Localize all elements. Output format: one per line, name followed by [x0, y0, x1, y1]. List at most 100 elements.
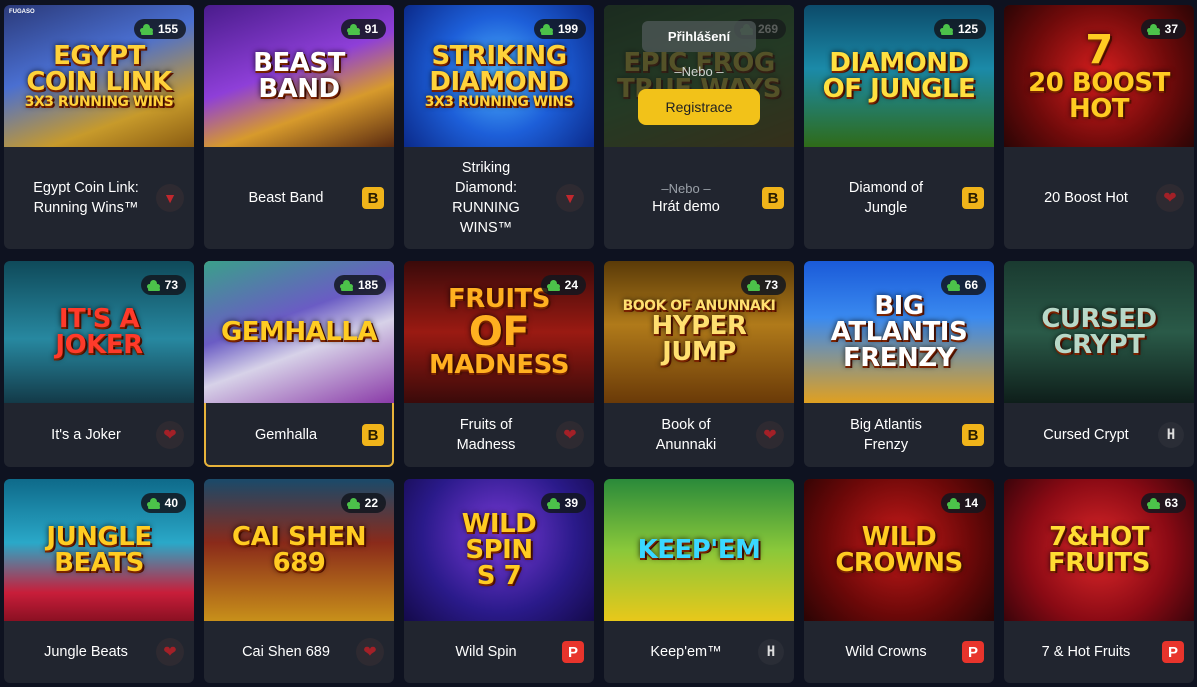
game-title[interactable]: Striking Diamond: RUNNING WINS™ — [418, 158, 554, 238]
game-title[interactable]: 7 & Hot Fruits — [1018, 642, 1154, 662]
game-title[interactable]: It's a Joker — [18, 425, 154, 445]
game-thumbnail[interactable]: JUNGLE BEATS 40 — [4, 479, 194, 621]
players-icon — [747, 280, 761, 291]
or-separator: –Nebo – — [674, 64, 724, 79]
game-title[interactable]: Wild Crowns — [818, 642, 954, 662]
game-card[interactable]: WILD SPIN S 7 39 Wild Spin P — [404, 479, 594, 683]
game-logo-text: CRYPT — [1053, 330, 1145, 360]
game-card[interactable]: IT'S A JOKER 73 It's a Joker ❤ — [4, 261, 194, 467]
game-card[interactable]: BIG ATLANTIS FRENZY 66 Big Atlantis Frenzy B — [804, 261, 994, 467]
players-icon — [1147, 498, 1161, 509]
game-thumbnail[interactable]: 7&HOT FRUITS 63 — [1004, 479, 1194, 621]
game-thumbnail[interactable]: STRIKING DIAMOND 3X3 RUNNING WINS 199 — [404, 5, 594, 147]
game-thumbnail[interactable]: EPIC FROGTRUE WAYS269Přihlášení–Nebo –Re… — [604, 5, 794, 147]
hover-overlay: Přihlášení –Nebo – Registrace — [604, 5, 794, 147]
login-button[interactable]: Přihlášení — [641, 21, 757, 52]
game-logo-text: DIAMOND — [829, 48, 969, 78]
game-card[interactable]: 7&HOT FRUITS 63 7 & Hot Fruits P — [1004, 479, 1194, 683]
game-title-line: Diamond of — [848, 180, 924, 196]
game-title-line: Keep'em™ — [650, 644, 722, 660]
game-thumbnail[interactable]: KEEP'EM — [604, 479, 794, 621]
bonus-b-badge: B — [762, 187, 784, 209]
game-title[interactable]: Beast Band — [218, 188, 354, 208]
player-count-badge: 66 — [940, 275, 986, 295]
game-title[interactable]: Wild Spin — [418, 642, 554, 662]
game-info: Beast Band B — [204, 147, 394, 249]
game-thumbnail[interactable]: DIAMOND OF JUNGLE 125 — [804, 5, 994, 147]
player-count-badge: 91 — [340, 19, 386, 39]
heart-icon: ❤ — [756, 421, 784, 449]
game-logo-text: FRUITS — [1047, 548, 1151, 578]
game-title-line: Gemhalla — [254, 427, 318, 443]
game-thumbnail[interactable]: GEMHALLA 185 — [204, 261, 394, 403]
game-info: Cursed Crypt H — [1004, 403, 1194, 467]
play-demo-link[interactable]: Hrát demo — [652, 199, 720, 215]
game-card[interactable]: BEAST BAND 91 Beast Band B — [204, 5, 394, 249]
game-logo-text: WILD — [461, 509, 537, 539]
game-logo-text: GEMHALLA — [220, 317, 378, 347]
game-title[interactable]: Keep'em™ — [618, 642, 754, 662]
game-title[interactable]: Cai Shen 689 — [218, 642, 354, 662]
game-card[interactable]: FRUITS OF MADNESS 24 Fruits of Madness ❤ — [404, 261, 594, 467]
game-logo-text: 3X3 RUNNING WINS — [424, 94, 574, 110]
game-card[interactable]: STRIKING DIAMOND 3X3 RUNNING WINS 199 Striki… — [404, 5, 594, 249]
game-card[interactable]: GEMHALLA 185 Gemhalla B — [204, 261, 394, 467]
player-count-badge: 73 — [740, 275, 786, 295]
game-thumbnail[interactable]: CAI SHEN 689 22 — [204, 479, 394, 621]
player-count-badge: 14 — [940, 493, 986, 513]
game-logo-text: STRIKING — [431, 41, 567, 71]
game-logo-text: IT'S A — [58, 304, 140, 334]
game-card[interactable]: CURSED CRYPT Cursed Crypt H — [1004, 261, 1194, 467]
game-title[interactable]: Fruits of Madness — [418, 415, 554, 455]
game-thumbnail[interactable]: 7 20 BOOST HOT 37 — [1004, 5, 1194, 147]
players-icon — [940, 24, 954, 35]
game-card[interactable]: WILD CROWNS 14 Wild Crowns P — [804, 479, 994, 683]
game-thumbnail[interactable]: IT'S A JOKER 73 — [4, 261, 194, 403]
game-card[interactable]: CAI SHEN 689 22 Cai Shen 689 ❤ — [204, 479, 394, 683]
players-icon — [347, 24, 361, 35]
players-icon — [547, 498, 561, 509]
players-icon — [540, 24, 554, 35]
game-title-line: Anunnaki — [655, 437, 717, 453]
game-card[interactable]: EGYPT COIN LINK 3X3 RUNNING WINS FUGASO 155 E… — [4, 5, 194, 249]
game-thumbnail[interactable]: BEAST BAND 91 — [204, 5, 394, 147]
game-card[interactable]: KEEP'EM Keep'em™ H — [604, 479, 794, 683]
game-thumbnail[interactable]: BIG ATLANTIS FRENZY 66 — [804, 261, 994, 403]
game-logo-text: HOT — [1068, 94, 1130, 124]
game-thumbnail[interactable]: WILD SPIN S 7 39 — [404, 479, 594, 621]
game-thumbnail[interactable]: WILD CROWNS 14 — [804, 479, 994, 621]
game-thumbnail[interactable]: CURSED CRYPT — [1004, 261, 1194, 403]
game-title[interactable]: Cursed Crypt — [1018, 425, 1154, 445]
game-logo-text: SPIN — [465, 535, 533, 565]
game-title[interactable]: Egypt Coin Link: Running Wins™ — [18, 178, 154, 218]
game-title[interactable]: Jungle Beats — [18, 642, 154, 662]
game-title[interactable]: Book of Anunnaki — [618, 415, 754, 455]
game-card[interactable]: 7 20 BOOST HOT 37 20 Boost Hot ❤ — [1004, 5, 1194, 249]
register-button[interactable]: Registrace — [637, 89, 761, 125]
game-info: It's a Joker ❤ — [4, 403, 194, 467]
game-title-line: Running Wins™ — [33, 200, 139, 216]
bonus-b-badge: B — [962, 187, 984, 209]
game-logo-text: CAI SHEN 689 — [232, 522, 366, 578]
game-logo-text: BAND — [258, 74, 340, 104]
game-logo-text: DIAMOND — [429, 67, 569, 97]
game-info: Striking Diamond: RUNNING WINS™ ▼ — [404, 147, 594, 249]
game-thumbnail[interactable]: BOOK OF ANUNNAKI HYPER JUMP 73 — [604, 261, 794, 403]
game-card[interactable]: JUNGLE BEATS 40 Jungle Beats ❤ — [4, 479, 194, 683]
game-thumbnail[interactable]: EGYPT COIN LINK 3X3 RUNNING WINS FUGASO 155 — [4, 5, 194, 147]
game-card[interactable]: BOOK OF ANUNNAKI HYPER JUMP 73 Book of Anunn… — [604, 261, 794, 467]
game-title[interactable]: Diamond of Jungle — [818, 178, 954, 218]
game-logo-text: BIG ATLANTIS — [830, 291, 968, 347]
heart-icon: ❤ — [156, 421, 184, 449]
game-title-line: Cai Shen 689 — [242, 644, 330, 660]
player-count: 155 — [157, 22, 178, 36]
game-card[interactable]: EPIC FROGTRUE WAYS269Přihlášení–Nebo –Re… — [604, 5, 794, 249]
game-thumbnail[interactable]: FRUITS OF MADNESS 24 — [404, 261, 594, 403]
players-icon — [347, 498, 361, 509]
game-title-line: Jungle — [864, 200, 908, 216]
or-separator: –Nebo – — [661, 181, 711, 196]
game-title[interactable]: 20 Boost Hot — [1018, 188, 1154, 208]
game-card[interactable]: DIAMOND OF JUNGLE 125 Diamond of Jungle B — [804, 5, 994, 249]
game-title[interactable]: Gemhalla — [218, 425, 354, 445]
game-title[interactable]: Big Atlantis Frenzy — [818, 415, 954, 455]
